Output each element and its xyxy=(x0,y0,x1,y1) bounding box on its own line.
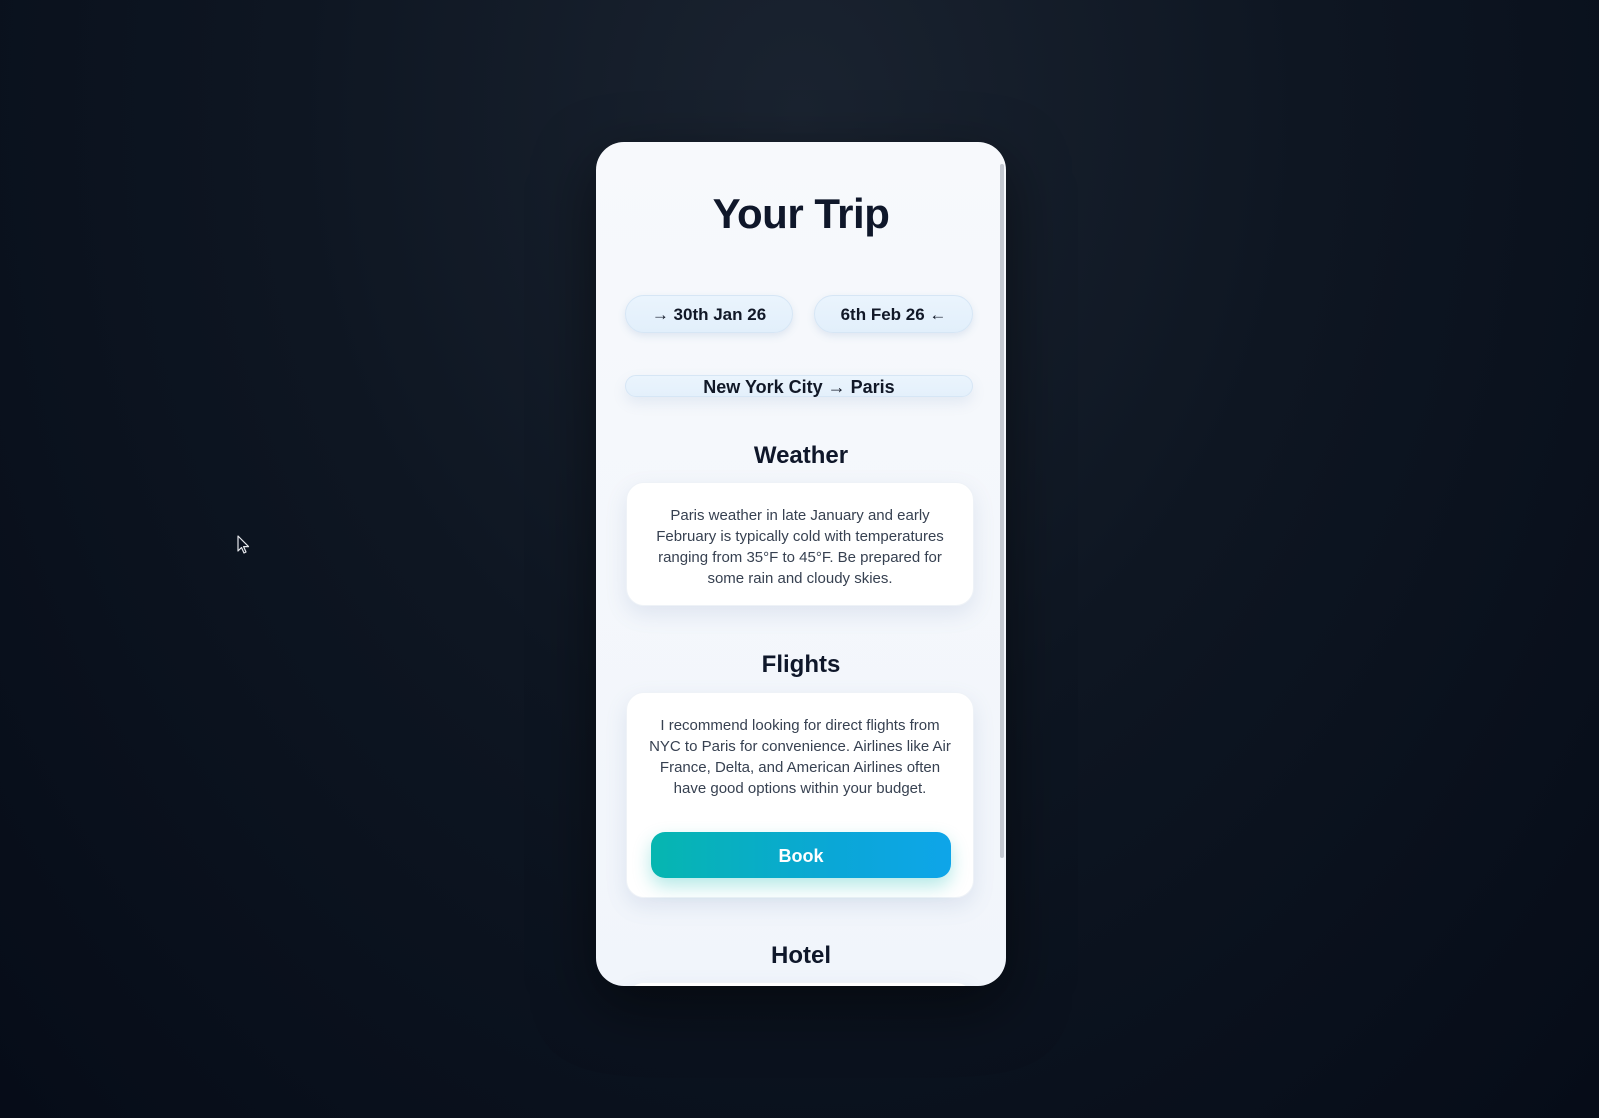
book-button[interactable]: Book xyxy=(651,832,951,878)
flights-heading: Flights xyxy=(761,651,841,678)
mouse-pointer-icon xyxy=(237,535,250,554)
departure-date-pill[interactable]: → 30th Jan 26 xyxy=(625,295,793,333)
hotel-heading: Hotel xyxy=(771,942,831,969)
scrollbar[interactable] xyxy=(1000,164,1004,858)
flights-panel: I recommend looking for direct flights f… xyxy=(626,692,974,898)
flights-text: I recommend looking for direct flights f… xyxy=(649,717,951,797)
hotel-panel xyxy=(626,982,974,986)
trip-card: Your Trip → 30th Jan 26 6th Feb 26 ← New… xyxy=(596,142,1006,986)
weather-text: Paris weather in late January and early … xyxy=(656,507,944,587)
route-pill: New York City → Paris xyxy=(625,375,973,397)
return-date-pill[interactable]: 6th Feb 26 ← xyxy=(814,295,973,333)
page-title: Your Trip xyxy=(712,190,890,237)
weather-heading: Weather xyxy=(753,442,849,469)
weather-panel: Paris weather in late January and early … xyxy=(626,482,974,606)
